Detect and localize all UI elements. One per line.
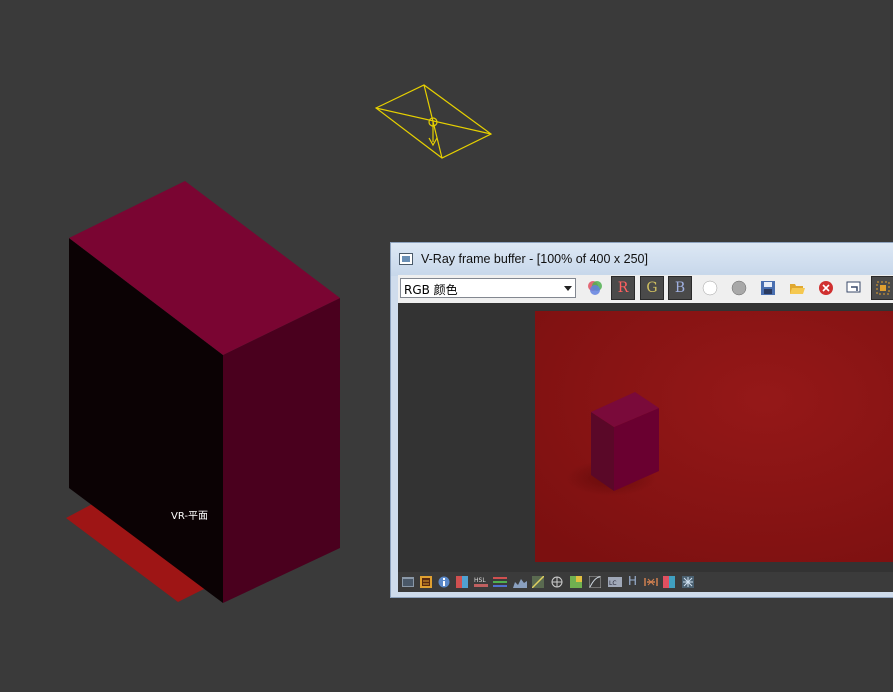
region-icon <box>876 281 890 295</box>
green-channel-button[interactable]: G <box>640 276 664 300</box>
object-label: VR-平面 <box>171 511 208 522</box>
channels-button[interactable] <box>583 276 607 300</box>
channel-select[interactable]: RGB 颜色 <box>400 278 576 298</box>
window-titlebar[interactable]: V-Ray frame buffer - [100% of 400 x 250] <box>391 243 893 276</box>
window-app-icon <box>399 253 413 265</box>
chevron-down-icon <box>564 286 572 291</box>
load-image-button[interactable] <box>785 276 809 300</box>
clear-icon <box>819 281 833 295</box>
lens-icon[interactable]: LC <box>608 576 622 588</box>
open-folder-icon <box>790 284 805 294</box>
hdr-icon[interactable]: H <box>628 574 637 588</box>
save-icon <box>761 281 775 295</box>
white-circle-icon <box>702 280 718 296</box>
render-background <box>535 311 893 562</box>
svg-text:LC: LC <box>609 580 617 587</box>
white-balance-icon[interactable] <box>644 576 658 588</box>
blue-channel-label: B <box>674 280 686 296</box>
channels-icon <box>588 281 602 295</box>
duplicate-button[interactable] <box>842 276 866 300</box>
histogram-icon[interactable] <box>513 576 527 588</box>
channel-select-value: RGB 颜色 <box>404 283 458 297</box>
vfb-statusbar: HSL LC H <box>398 572 893 592</box>
curve-icon[interactable] <box>532 576 544 588</box>
gray-circle-icon <box>731 280 747 296</box>
window-title: V-Ray frame buffer - [100% of 400 x 250] <box>421 252 648 266</box>
exposure-icon[interactable] <box>551 576 563 588</box>
vray-frame-buffer-window[interactable]: V-Ray frame buffer - [100% of 400 x 250]… <box>390 242 893 598</box>
star-icon[interactable] <box>682 576 694 588</box>
camera-gizmo[interactable] <box>374 84 493 159</box>
clear-image-button[interactable] <box>814 276 838 300</box>
blue-channel-button[interactable]: B <box>668 276 692 300</box>
lut-icon[interactable] <box>570 576 582 588</box>
color-corrections-icon[interactable] <box>456 576 468 588</box>
red-channel-label: R <box>617 280 629 296</box>
hsl-icon[interactable]: HSL <box>474 576 488 588</box>
mono-button[interactable] <box>727 276 751 300</box>
duplicate-icon <box>846 281 861 293</box>
history-icon[interactable] <box>420 576 432 588</box>
green-channel-label: G <box>646 280 658 296</box>
save-image-button[interactable] <box>756 276 780 300</box>
levels-icon[interactable] <box>493 576 507 588</box>
rendered-image <box>535 311 893 562</box>
red-channel-button[interactable]: R <box>611 276 635 300</box>
panel-icon[interactable] <box>402 576 414 588</box>
curve2-icon[interactable] <box>589 576 601 588</box>
region-render-button[interactable] <box>871 276 893 300</box>
info-icon[interactable] <box>438 576 450 588</box>
vfb-toolbar: RGB 颜色 R G B <box>398 275 893 303</box>
compare-icon[interactable] <box>663 576 675 588</box>
svg-text:HSL: HSL <box>474 577 486 584</box>
render-canvas[interactable] <box>398 303 893 572</box>
alpha-white-button[interactable] <box>698 276 722 300</box>
